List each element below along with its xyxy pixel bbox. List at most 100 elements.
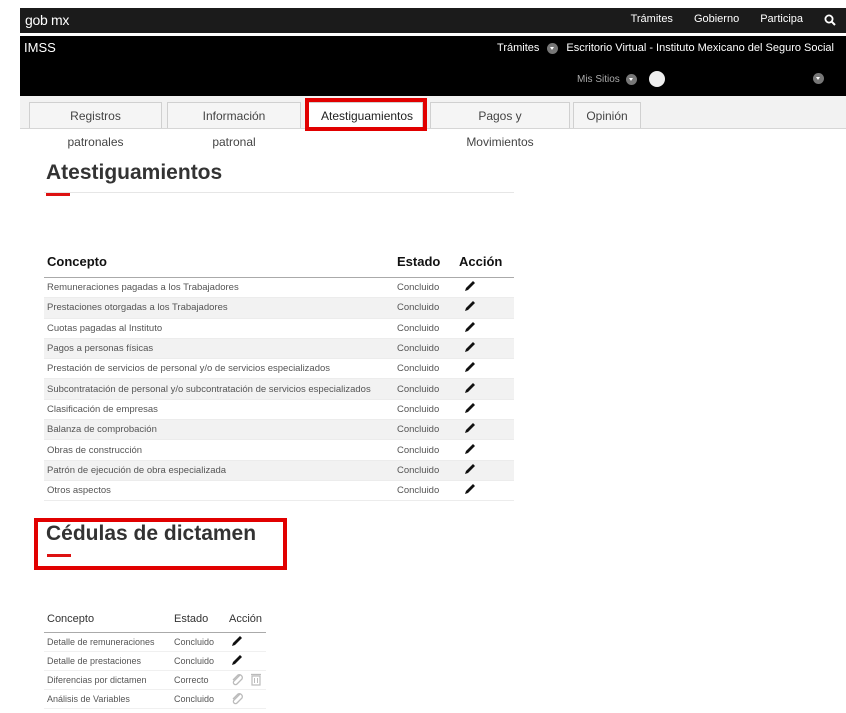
- edit-pencil-icon[interactable]: [462, 359, 478, 375]
- trash-icon[interactable]: [248, 671, 264, 687]
- row-concepto: Cuotas pagadas al Instituto: [44, 318, 397, 339]
- nav-participa-link[interactable]: Participa: [760, 13, 803, 25]
- user-menu-chevron-icon[interactable]: [813, 73, 824, 84]
- highlight-box-cedulas: [34, 518, 287, 570]
- edit-pencil-icon[interactable]: [462, 400, 478, 416]
- row-concepto: Pagos a personas físicas: [44, 338, 397, 360]
- tab-pagos-y-movimientos[interactable]: Pagos y Movimientos: [430, 102, 570, 149]
- row-estado: Concluido: [171, 689, 226, 709]
- imss-title[interactable]: IMSS: [24, 40, 56, 55]
- row-concepto: Detalle de remuneraciones: [44, 632, 171, 652]
- table-row: Prestaciones otorgadas a los Trabajadore…: [44, 297, 514, 319]
- imss-top-nav: Trámites Escritorio Virtual - Instituto …: [497, 42, 834, 54]
- row-estado: Concluido: [397, 378, 459, 400]
- edit-pencil-icon[interactable]: [462, 298, 478, 314]
- escritorio-virtual-link[interactable]: Escritorio Virtual - Instituto Mexicano …: [566, 42, 834, 54]
- row-concepto: Subcontratación de personal y/o subcontr…: [44, 378, 397, 400]
- column-header-accion: Acción: [459, 250, 514, 278]
- row-estado: Correcto: [171, 670, 226, 690]
- row-concepto: Prestaciones otorgadas a los Trabajadore…: [44, 297, 397, 319]
- mis-sitios-label[interactable]: Mis Sitios: [577, 74, 620, 85]
- tab-informacion-patronal[interactable]: Información patronal: [167, 102, 301, 149]
- tab-bar: Registros patronales Información patrona…: [20, 96, 846, 149]
- row-accion: [459, 399, 514, 421]
- edit-pencil-icon[interactable]: [462, 461, 478, 477]
- table-row: Detalle de prestaciones Concluido: [44, 651, 266, 671]
- row-estado: Concluido: [397, 399, 459, 421]
- table-row: Análisis de Variables Concluido: [44, 689, 266, 709]
- row-estado: Concluido: [397, 358, 459, 380]
- table-header-row: Concepto Estado Acción: [44, 250, 514, 278]
- edit-pencil-icon[interactable]: [462, 441, 478, 457]
- row-estado: Concluido: [397, 419, 459, 441]
- edit-pencil-icon[interactable]: [462, 420, 478, 436]
- gob-header-bar: gob mx Trámites Gobierno Participa: [20, 8, 846, 33]
- table-header-row: Concepto Estado Acción: [44, 612, 266, 633]
- table-row: Otros aspectos Concluido: [44, 480, 514, 502]
- table-row: Pagos a personas físicas Concluido: [44, 338, 514, 360]
- help-icon[interactable]: [648, 71, 665, 87]
- tab-opinion[interactable]: Opinión: [573, 102, 641, 128]
- gob-mx-logo[interactable]: gob mx: [25, 12, 69, 28]
- row-estado: Concluido: [171, 651, 226, 671]
- row-accion: [459, 460, 514, 481]
- gob-nav: Trámites Gobierno Participa: [631, 13, 836, 26]
- search-icon[interactable]: [824, 14, 836, 26]
- edit-pencil-icon[interactable]: [462, 339, 478, 355]
- row-estado: Concluido: [171, 632, 226, 652]
- edit-pencil-icon[interactable]: [462, 380, 478, 396]
- cedulas-table: Concepto Estado Acción Detalle de remune…: [44, 612, 266, 709]
- row-accion: [459, 358, 514, 380]
- row-estado: Concluido: [397, 318, 459, 339]
- heading-divider: [44, 192, 514, 193]
- chevron-down-icon[interactable]: [625, 73, 637, 85]
- nav-gobierno-link[interactable]: Gobierno: [694, 13, 739, 25]
- mis-sitios-menu: Mis Sitios: [577, 71, 665, 87]
- row-concepto: Detalle de prestaciones: [44, 651, 171, 671]
- row-accion: [226, 651, 266, 671]
- attachment-icon[interactable]: [229, 671, 245, 687]
- column-header-concepto: Concepto: [44, 250, 397, 278]
- row-accion: [459, 277, 514, 299]
- row-accion: [459, 297, 514, 319]
- row-estado: Concluido: [397, 277, 459, 299]
- attachment-icon[interactable]: [229, 690, 245, 706]
- tab-registros-patronales[interactable]: Registros patronales: [29, 102, 162, 149]
- row-estado: Concluido: [397, 439, 459, 461]
- row-accion: [459, 338, 514, 360]
- table-row: Patrón de ejecución de obra especializad…: [44, 460, 514, 481]
- row-estado: Concluido: [397, 480, 459, 502]
- table-row: Prestación de servicios de personal y/o …: [44, 358, 514, 380]
- nav-tramites-link[interactable]: Trámites: [631, 13, 673, 25]
- row-estado: Concluido: [397, 297, 459, 319]
- column-header-accion: Acción: [226, 612, 266, 633]
- row-accion: [459, 439, 514, 461]
- row-accion: [459, 318, 514, 339]
- table-row: Cuotas pagadas al Instituto Concluido: [44, 318, 514, 339]
- table-row: Detalle de remuneraciones Concluido: [44, 632, 266, 652]
- highlight-box-tab: [305, 98, 427, 131]
- edit-pencil-icon[interactable]: [229, 633, 245, 649]
- tramites-menu-label[interactable]: Trámites: [497, 42, 539, 54]
- table-row: Subcontratación de personal y/o subcontr…: [44, 378, 514, 400]
- row-estado: Concluido: [397, 338, 459, 360]
- heading-accent: [46, 193, 70, 196]
- row-concepto: Clasificación de empresas: [44, 399, 397, 421]
- row-concepto: Diferencias por dictamen: [44, 670, 171, 690]
- row-concepto: Prestación de servicios de personal y/o …: [44, 358, 397, 380]
- edit-pencil-icon[interactable]: [462, 319, 478, 335]
- column-header-estado: Estado: [397, 250, 459, 278]
- edit-pencil-icon[interactable]: [462, 278, 478, 294]
- row-concepto: Balanza de comprobación: [44, 419, 397, 441]
- row-concepto: Obras de construcción: [44, 439, 397, 461]
- edit-pencil-icon[interactable]: [462, 481, 478, 497]
- table-row: Remuneraciones pagadas a los Trabajadore…: [44, 277, 514, 299]
- edit-pencil-icon[interactable]: [229, 652, 245, 668]
- row-accion: [459, 419, 514, 441]
- row-concepto: Análisis de Variables: [44, 689, 171, 709]
- column-header-concepto: Concepto: [44, 612, 171, 633]
- column-header-estado: Estado: [171, 612, 226, 633]
- atestiguamientos-table: Concepto Estado Acción Remuneraciones pa…: [44, 250, 514, 502]
- chevron-down-icon[interactable]: [547, 42, 559, 54]
- table-row: Clasificación de empresas Concluido: [44, 399, 514, 421]
